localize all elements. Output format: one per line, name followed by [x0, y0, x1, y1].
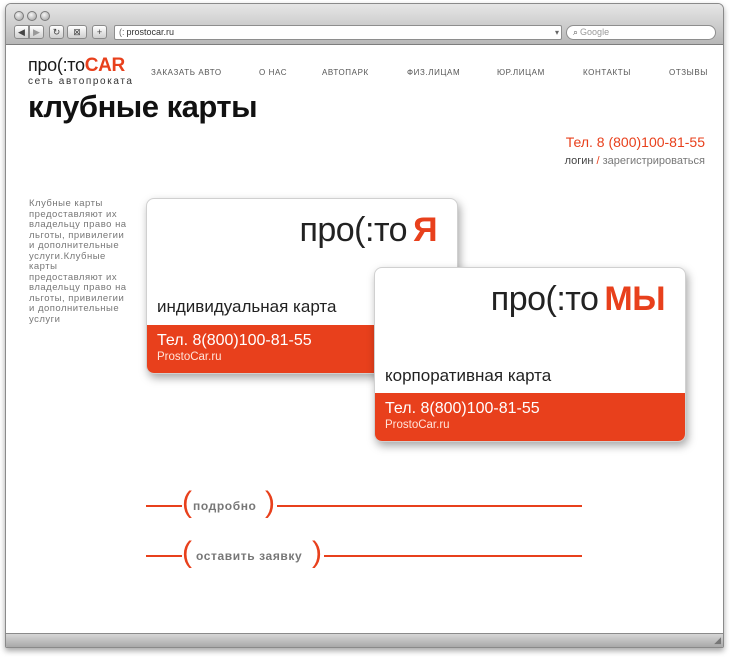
close-window-button[interactable] [14, 11, 24, 21]
status-bar: ◢ [6, 633, 723, 647]
nav-about[interactable]: О НАС [259, 68, 287, 77]
page-title: клубные карты [28, 89, 258, 124]
link-line [146, 505, 182, 507]
open-paren: ( [182, 486, 192, 519]
forward-icon: ▶ [33, 27, 40, 37]
details-link[interactable]: ( подробно ) [146, 486, 582, 522]
card-brand: про(:то Я [299, 211, 437, 250]
address-url: prostocar.ru [126, 27, 175, 37]
nav-companies[interactable]: ЮР.ЛИЦАМ [497, 68, 545, 77]
zoom-window-button[interactable] [40, 11, 50, 21]
register-link[interactable]: зарегистрироваться [603, 155, 705, 167]
minimize-window-button[interactable] [27, 11, 37, 21]
forward-button[interactable]: ▶ [29, 25, 44, 39]
browser-toolbar: ◀ ▶ ↻ ⊠ + (: prostocar.ru ▾ ⌕ Google [6, 4, 723, 45]
close-paren: ) [265, 486, 275, 519]
card-phone: Тел. 8(800)100-81-55 [385, 400, 540, 417]
site-logo[interactable]: про(:тоCAR сеть автопроката [28, 55, 134, 87]
logo-wordmark: про(:тоCAR [28, 55, 134, 76]
nav-individuals[interactable]: ФИЗ.ЛИЦАМ [407, 68, 460, 77]
nav-contacts[interactable]: КОНТАКТЫ [583, 68, 631, 77]
open-paren: ( [182, 536, 192, 569]
intro-text: Клубные карты предоставляют их владельцу… [29, 198, 127, 325]
logo-brand: CAR [84, 55, 126, 76]
apply-label[interactable]: оставить заявку [196, 549, 302, 563]
reload-button[interactable]: ↻ [49, 25, 64, 39]
card-brand-text: про(:то [299, 211, 408, 249]
bookmark-icon: ⊠ [73, 27, 81, 37]
nav-reviews[interactable]: ОТЗЫВЫ [669, 68, 708, 77]
nav-fleet[interactable]: АВТОПАРК [322, 68, 369, 77]
card-type: индивидуальная карта [157, 297, 337, 316]
resize-grip-icon[interactable]: ◢ [714, 635, 721, 646]
corporate-card[interactable]: про(:то МЫ корпоративная карта Тел. 8(800… [374, 267, 686, 442]
card-brand-accent: МЫ [604, 280, 665, 318]
browser-window: ◀ ▶ ↻ ⊠ + (: prostocar.ru ▾ ⌕ Google про(:… [5, 3, 724, 648]
reload-icon: ↻ [52, 27, 61, 37]
address-dropdown-icon[interactable]: ▾ [555, 26, 559, 39]
card-brand: про(:то МЫ [490, 280, 666, 319]
card-site: ProstoCar.ru [385, 419, 450, 431]
details-label[interactable]: подробно [193, 499, 257, 513]
auth-separator: / [596, 155, 600, 167]
card-band: Тел. 8(800)100-81-55 ProstoCar.ru [375, 393, 685, 441]
header-phone: Тел. 8 (800)100-81-55 [565, 134, 705, 150]
add-bookmark-button[interactable]: + [92, 25, 107, 39]
nav-order-car[interactable]: ЗАКАЗАТЬ АВТО [151, 68, 222, 77]
back-icon: ◀ [18, 27, 25, 37]
card-brand-accent: Я [413, 211, 437, 249]
page-viewport: про(:тоCAR сеть автопроката ЗАКАЗАТЬ АВТ… [6, 46, 723, 634]
card-type: корпоративная карта [385, 366, 552, 385]
address-bar[interactable]: (: prostocar.ru ▾ [114, 25, 562, 40]
login-link[interactable]: логин [565, 155, 594, 167]
search-icon: ⌕ [573, 27, 579, 37]
logo-main: про(:то [28, 55, 85, 75]
add-icon: + [96, 27, 103, 37]
search-placeholder: Google [580, 27, 610, 37]
link-line [324, 555, 582, 557]
link-line [146, 555, 182, 557]
card-brand-text: про(:то [490, 280, 599, 318]
logo-subtitle: сеть автопроката [28, 76, 134, 87]
search-field[interactable]: ⌕ Google [566, 25, 716, 40]
close-paren: ) [312, 536, 322, 569]
link-line [277, 505, 582, 507]
apply-link[interactable]: ( оставить заявку ) [146, 536, 582, 572]
back-button[interactable]: ◀ [14, 25, 29, 39]
bookmarks-button[interactable]: ⊠ [67, 25, 87, 39]
favicon: (: [119, 27, 125, 37]
auth-links: логин / зарегистрироваться [565, 155, 705, 167]
